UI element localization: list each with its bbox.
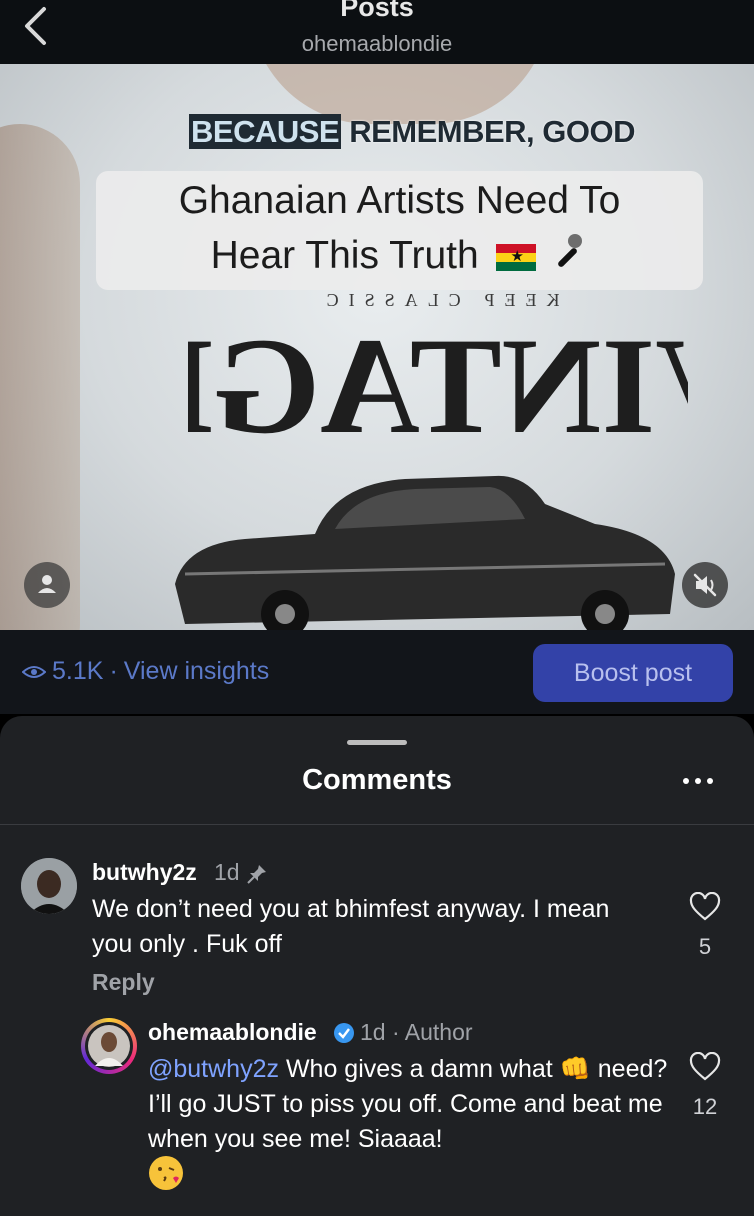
comments-title: Comments — [302, 764, 452, 796]
verified-badge-icon — [334, 1023, 354, 1043]
person-icon — [38, 575, 56, 593]
ellipsis-icon — [683, 778, 713, 784]
top-bar: Posts ohemaablondie — [0, 0, 754, 64]
kiss-emoji-icon — [149, 1156, 183, 1190]
profile-photo — [85, 1022, 133, 1070]
car-graphic — [175, 475, 675, 630]
comment-time: 1d — [214, 859, 240, 885]
pin-icon — [247, 865, 266, 884]
divider — [0, 824, 754, 825]
shirt-big-text: VINTAGE — [188, 309, 688, 442]
post-insights-bar: 5.1K · View insights Boost post — [0, 630, 754, 714]
caption-word-highlight: BECAUSE — [189, 114, 342, 149]
tagged-people-button[interactable] — [24, 562, 70, 608]
author-label: Author — [404, 1019, 473, 1045]
heart-icon — [689, 1051, 721, 1081]
separator-dot: · — [109, 657, 118, 685]
avatar[interactable] — [21, 858, 77, 914]
post-video[interactable]: BECAUSE REMEMBER, GOOD Ghanaian Artists … — [0, 64, 754, 630]
more-options-button[interactable] — [680, 771, 716, 791]
comment-time: 1d — [360, 1019, 386, 1045]
like-button[interactable] — [689, 891, 721, 922]
caption-word-rest: REMEMBER, GOOD — [349, 114, 636, 149]
video-caption-box: Ghanaian Artists Need To Hear This Truth… — [96, 171, 703, 290]
post-owner-username[interactable]: ohemaablondie — [0, 31, 754, 57]
like-button[interactable] — [689, 1051, 721, 1082]
shirt-small-text: KEEP CLASSIC — [317, 292, 560, 310]
microphone-icon — [546, 232, 588, 274]
ghana-flag-icon: ★ — [495, 244, 536, 271]
comment-meta: 1d · Author — [360, 1019, 473, 1045]
caption-line-2: Hear This Truth — [210, 234, 479, 277]
boost-post-button[interactable]: Boost post — [533, 644, 733, 702]
speaker-muted-icon — [693, 573, 717, 597]
view-insights-link[interactable]: 5.1K · View insights — [22, 657, 269, 686]
view-insights-label: View insights — [123, 657, 270, 685]
comment-text-block: @butwhy2z Who gives a damn what 👊 need? … — [148, 1052, 668, 1157]
comment-username[interactable]: ohemaablondie — [148, 1019, 317, 1046]
mute-button[interactable] — [682, 562, 728, 608]
reply-button[interactable]: Reply — [92, 969, 155, 996]
avatar[interactable] — [81, 1018, 137, 1074]
like-count: 12 — [692, 1094, 718, 1119]
mention-link[interactable]: @butwhy2z — [148, 1055, 279, 1083]
like-count: 5 — [698, 934, 712, 959]
caption-line-1: Ghanaian Artists Need To — [178, 179, 621, 222]
comment-username[interactable]: butwhy2z — [92, 859, 197, 886]
view-count: 5.1K — [52, 657, 104, 685]
video-caption-top: BECAUSE REMEMBER, GOOD — [185, 111, 639, 153]
heart-icon — [689, 891, 721, 921]
caption-line-2-row: Hear This Truth ★ — [96, 232, 703, 278]
sheet-drag-handle[interactable] — [347, 740, 407, 745]
page-title: Posts — [340, 0, 414, 22]
profile-photo — [21, 858, 77, 914]
eye-icon — [22, 665, 46, 678]
comment-text: We don’t need you at bhimfest anyway. I … — [92, 895, 610, 958]
shirt-print: KEEP CLASSIC VINTAGE — [188, 292, 688, 442]
comments-sheet: Comments butwhy2z 1d We don’t need you a… — [0, 716, 754, 1216]
background-figure — [0, 124, 80, 630]
